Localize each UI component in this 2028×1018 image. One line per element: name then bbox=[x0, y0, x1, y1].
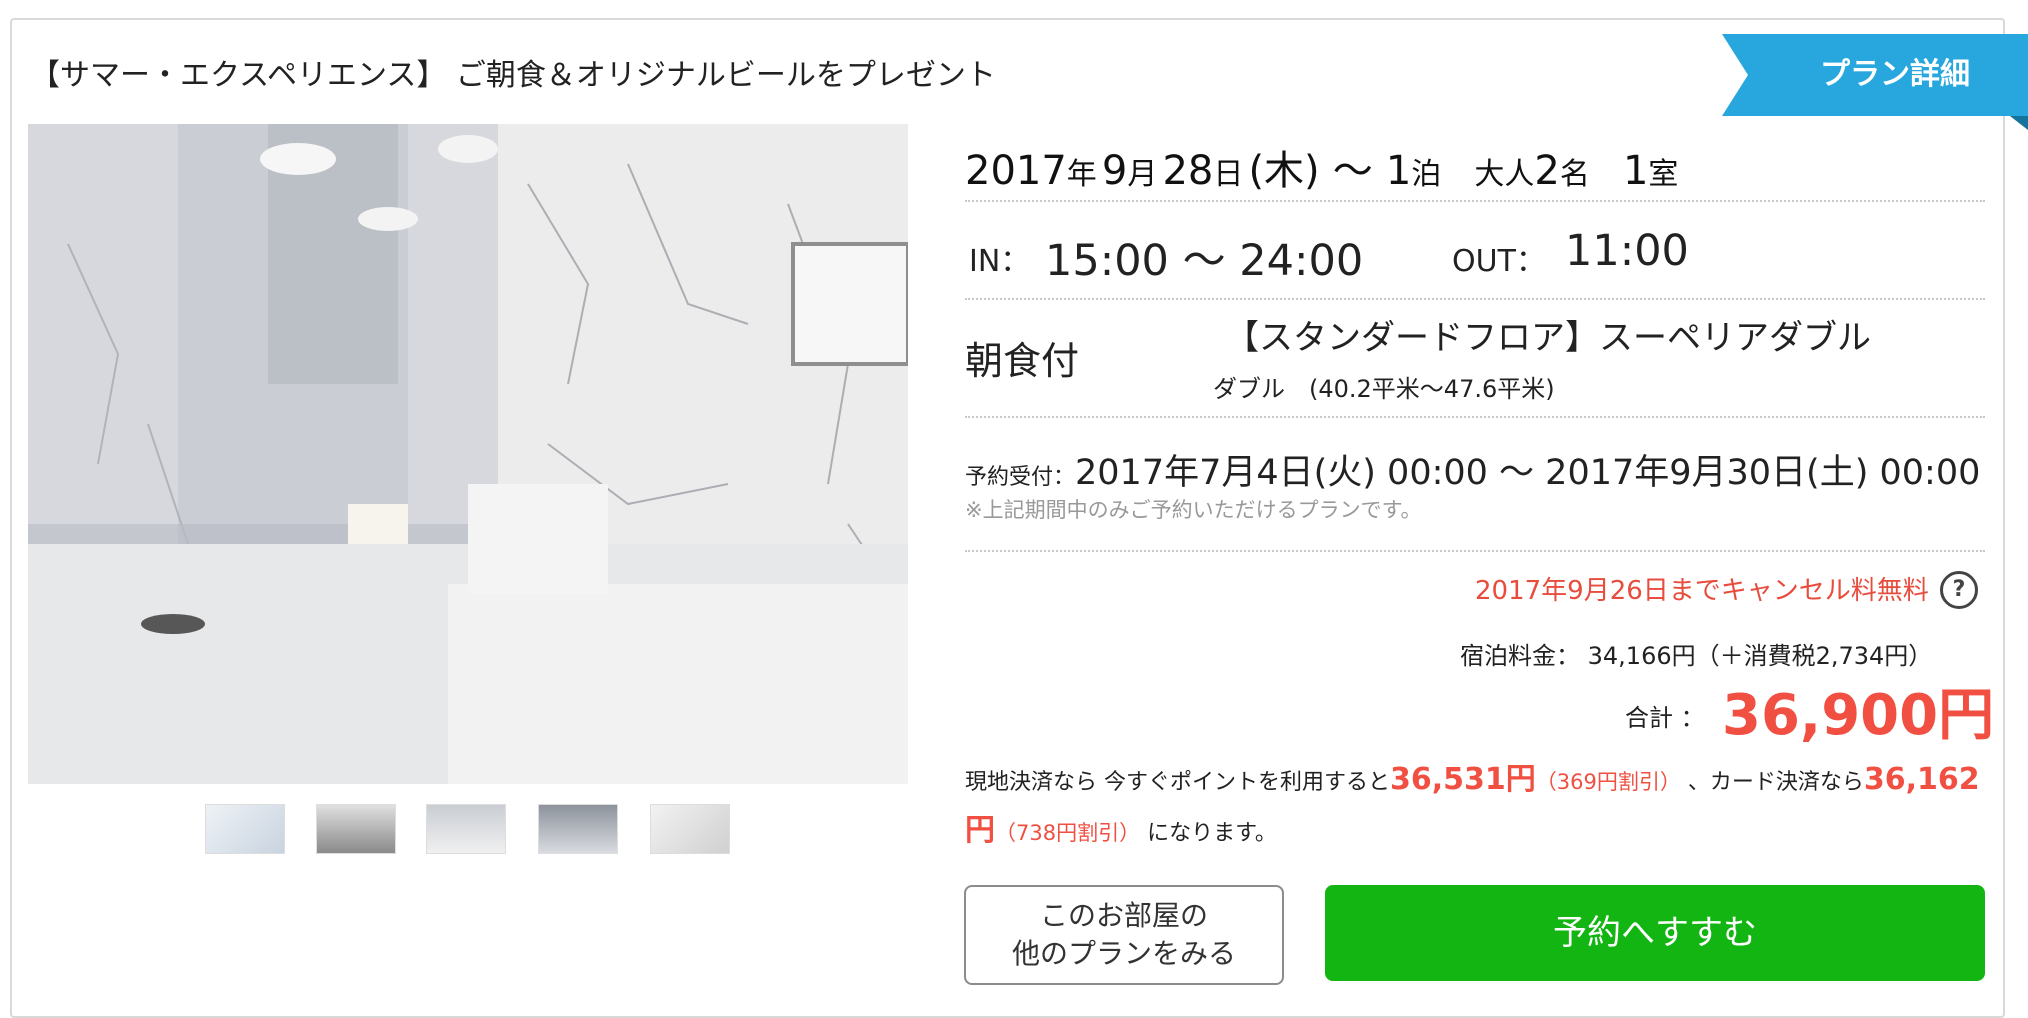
stay-nights: 1 bbox=[1385, 148, 1412, 194]
ribbon-fold bbox=[2010, 116, 2028, 130]
stay-month: 9 bbox=[1101, 148, 1128, 194]
divider bbox=[965, 200, 1985, 202]
points-prefix: 現地決済なら 今すぐポイントを利用すると bbox=[965, 770, 1390, 795]
divider bbox=[965, 550, 1985, 552]
thumbnail-3[interactable] bbox=[426, 804, 506, 854]
plan-title: 【サマー・エクスペリエンス】 ご朝食＆オリジナルビールをプレゼント bbox=[30, 58, 996, 93]
reservation-label: 予約受付： bbox=[965, 465, 1076, 490]
points-suffix: になります。 bbox=[1147, 821, 1277, 846]
stay-day: 28 bbox=[1162, 148, 1214, 194]
reservation-note: ※上記期間中のみご予約いただけるプランです。 bbox=[965, 498, 1422, 522]
room-photo-illustration bbox=[28, 124, 908, 784]
stay-weekday: (木) bbox=[1248, 148, 1320, 194]
checkout-label: OUT： bbox=[1452, 244, 1546, 279]
thumbnail-strip bbox=[0, 804, 1000, 854]
stay-nights-unit: 泊 bbox=[1411, 157, 1442, 192]
stay-summary: 2017年 9月 28日 (木) 〜 1泊 大人2名 1室 bbox=[965, 138, 1985, 196]
check-times: IN： 15:00 〜 24:00 OUT： 11:00 bbox=[965, 226, 1985, 286]
reservation-period-value: 2017年7月4日(火) 00:00 〜 2017年9月30日(土) 00:00 bbox=[1075, 453, 1981, 493]
thumbnail-1[interactable] bbox=[205, 804, 285, 854]
room-size: ダブル (40.2平米〜47.6平米) bbox=[1213, 375, 1555, 403]
stay-month-unit: 月 bbox=[1127, 157, 1158, 192]
card-discount: （738円割引） bbox=[995, 821, 1141, 845]
divider bbox=[965, 416, 1985, 418]
checkin-value: 15:00 〜 24:00 bbox=[1045, 236, 1364, 286]
plan-detail-button[interactable]: プラン詳細 bbox=[1722, 34, 2028, 130]
other-plans-button[interactable]: このお部屋の 他のプランをみる bbox=[964, 885, 1284, 985]
stay-day-unit: 日 bbox=[1213, 157, 1244, 192]
stay-year: 2017 bbox=[965, 148, 1067, 194]
total-label: 合計 ： bbox=[1625, 704, 1705, 732]
free-cancel-note: 2017年9月26日までキャンセル料無料 bbox=[1475, 576, 1929, 606]
stay-rooms-unit: 室 bbox=[1648, 157, 1679, 192]
thumbnail-4[interactable] bbox=[538, 804, 618, 854]
reservation-period: 予約受付：2017年7月4日(火) 00:00 〜 2017年9月30日(土) … bbox=[965, 444, 1985, 495]
stay-year-unit: 年 bbox=[1066, 157, 1097, 192]
total-price: 36,900円 bbox=[1722, 683, 1995, 748]
stay-rooms: 1 bbox=[1622, 148, 1649, 194]
stay-adults: 2 bbox=[1534, 148, 1560, 194]
stay-adults-unit: 名 bbox=[1559, 157, 1590, 192]
points-middle: 、カード決済なら bbox=[1687, 770, 1864, 795]
onsite-price: 36,531円 bbox=[1390, 762, 1536, 797]
other-plans-line2: 他のプランをみる bbox=[1011, 937, 1236, 970]
thumbnail-5[interactable] bbox=[650, 804, 730, 854]
stay-adults-label: 大人 bbox=[1474, 157, 1535, 192]
checkout-value: 11:00 bbox=[1565, 226, 1689, 276]
onsite-discount: （369円割引） bbox=[1535, 770, 1681, 794]
stay-tilde: 〜 bbox=[1332, 148, 1373, 194]
help-icon[interactable]: ? bbox=[1940, 571, 1978, 609]
room-charge: 宿泊料金： 34,166円（＋消費税2,734円） bbox=[1460, 642, 1933, 670]
room-photo bbox=[28, 124, 908, 784]
points-discount-info: 現地決済なら 今すぐポイントを利用すると36,531円（369円割引） 、カード… bbox=[965, 756, 1985, 858]
plan-detail-label: プラン詳細 bbox=[1820, 57, 1970, 92]
other-plans-line1: このお部屋の bbox=[1039, 899, 1208, 932]
reserve-button[interactable]: 予約へすすむ bbox=[1325, 885, 1985, 981]
thumbnail-2[interactable] bbox=[316, 804, 396, 854]
room-name: 【スタンダードフロア】スーペリアダブル bbox=[1225, 318, 1871, 358]
divider bbox=[965, 298, 1985, 300]
checkin-label: IN： bbox=[969, 244, 1031, 279]
